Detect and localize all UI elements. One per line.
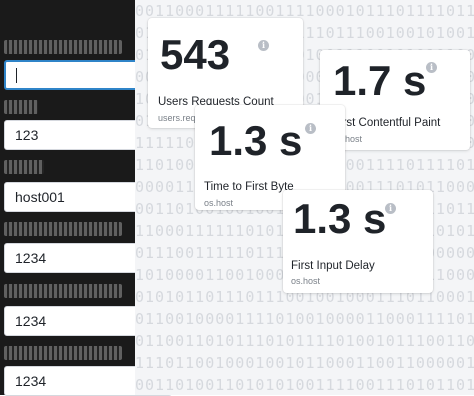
metric-source: os.host xyxy=(204,198,234,208)
metric-value: 1.3 s xyxy=(209,117,303,164)
input-value: 1234 xyxy=(15,250,47,266)
input-value: 1234 xyxy=(15,313,47,329)
info-icon[interactable]: i xyxy=(426,62,437,73)
metric-title: Time to First Byte xyxy=(204,181,294,193)
metric-value: 1.7 s xyxy=(333,57,427,104)
metric-value: 543 xyxy=(160,31,231,78)
input-value: 123 xyxy=(15,127,39,143)
text-caret xyxy=(16,67,17,83)
info-icon[interactable]: i xyxy=(305,123,316,134)
field-label-obscured xyxy=(4,160,44,174)
info-icon[interactable]: i xyxy=(258,40,269,51)
metric-source: os.host xyxy=(291,276,321,286)
metric-title: First Input Delay xyxy=(291,260,375,272)
metric-card-first-input-delay[interactable]: 1.3 s i First Input Delay os.host xyxy=(283,190,433,293)
info-icon[interactable]: i xyxy=(385,203,396,214)
field-label-obscured xyxy=(4,346,122,360)
field-label-obscured xyxy=(4,284,122,298)
metric-title: First Contentful Paint xyxy=(333,117,441,129)
metric-value: 1.3 s xyxy=(293,195,387,242)
input-value: host001 xyxy=(15,189,65,205)
input-value: 1234 xyxy=(15,373,47,389)
metrics-dashboard: 0011000111110011110001011101111011100001… xyxy=(135,0,474,395)
field-label-obscured xyxy=(4,100,38,114)
field-label-obscured xyxy=(4,222,122,236)
field-label-obscured xyxy=(4,40,122,54)
